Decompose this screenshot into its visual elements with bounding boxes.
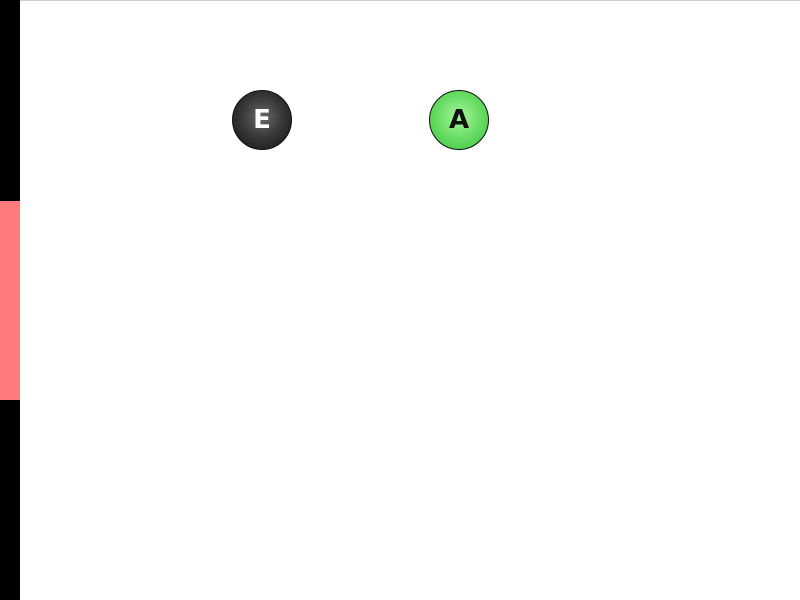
left-side-bar <box>0 0 20 600</box>
node-a[interactable]: A <box>429 90 489 150</box>
node-e-label: E <box>253 105 271 135</box>
left-bar-highlight-segment <box>0 201 20 400</box>
game-canvas[interactable]: E A <box>0 0 800 600</box>
top-border <box>20 0 800 1</box>
node-a-label: A <box>448 105 470 135</box>
node-e[interactable]: E <box>232 90 292 150</box>
